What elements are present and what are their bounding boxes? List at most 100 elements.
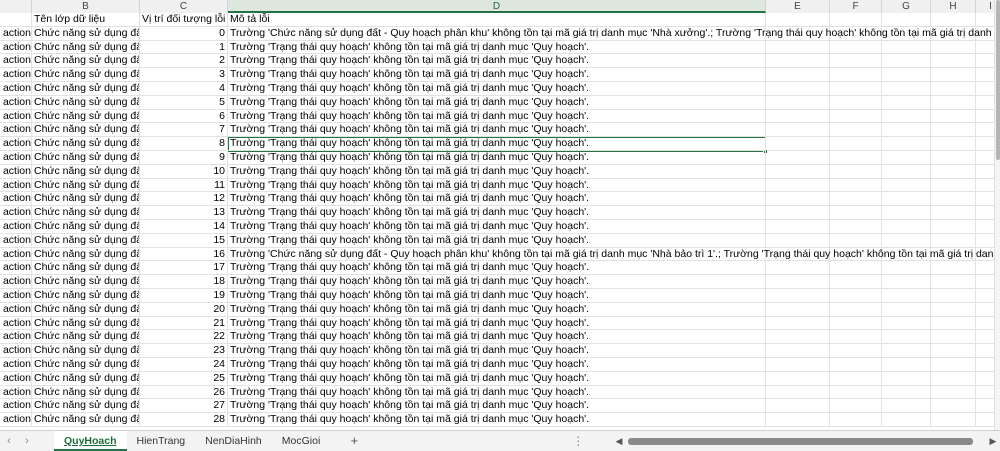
horizontal-scrollbar[interactable]: ◀ ▶ [612, 435, 1000, 448]
cell-i[interactable] [976, 220, 994, 234]
cell-object-index[interactable]: 2 [140, 54, 228, 69]
cell-a[interactable]: action [0, 302, 32, 317]
column-header-i[interactable]: I [976, 0, 994, 13]
cell-e-header[interactable] [766, 13, 830, 27]
cell-i[interactable] [976, 399, 994, 414]
cell-i[interactable] [976, 413, 994, 427]
cell-e[interactable] [766, 316, 830, 331]
cell-g[interactable] [882, 150, 931, 165]
cell-f[interactable] [830, 316, 882, 331]
cell-a[interactable]: action [0, 192, 32, 207]
cell-a[interactable]: action [0, 275, 32, 289]
cell-error-description[interactable]: Trường 'Trạng thái quy hoạch' không tồn … [228, 178, 766, 193]
cell-error-description[interactable]: Trường 'Trạng thái quy hoạch' không tồn … [228, 68, 766, 82]
column-header-f[interactable]: F [830, 0, 882, 13]
cell-layer-name[interactable]: Chức năng sử dụng đất [32, 247, 140, 262]
cell-layer-name[interactable]: Chức năng sử dụng đất [32, 109, 140, 124]
cell-h[interactable] [931, 192, 976, 207]
cell-f[interactable] [830, 344, 882, 358]
cell-error-description[interactable]: Trường 'Trạng thái quy hoạch' không tồn … [228, 413, 766, 427]
cell-i[interactable] [976, 179, 994, 193]
cell-h[interactable] [931, 275, 976, 289]
cell-i[interactable] [976, 137, 994, 151]
cell-g[interactable] [882, 288, 931, 303]
cell-object-index[interactable]: 25 [140, 371, 228, 386]
cell-layer-name[interactable]: Chức năng sử dụng đất [32, 357, 140, 372]
cell-error-description[interactable]: Trường 'Trạng thái quy hoạch' không tồn … [228, 344, 766, 358]
cell-object-index[interactable]: 21 [140, 316, 228, 331]
cell-layer-name[interactable]: Chức năng sử dụng đất [32, 192, 140, 207]
cell-error-description[interactable]: Trường 'Trạng thái quy hoạch' không tồn … [228, 330, 766, 345]
cell-a[interactable]: action [0, 399, 32, 414]
cell-i[interactable] [976, 275, 994, 289]
chevron-right-icon[interactable]: › [18, 431, 36, 451]
cell-object-index[interactable]: 4 [140, 81, 228, 96]
cell-h[interactable] [931, 178, 976, 193]
cell-layer-name[interactable]: Chức năng sử dụng đất [32, 316, 140, 331]
triangle-left-icon[interactable]: ◀ [612, 435, 626, 448]
column-header-e[interactable]: E [766, 0, 830, 13]
vertical-scrollbar[interactable] [994, 0, 1000, 430]
cell-a[interactable]: action [0, 206, 32, 220]
cell-i[interactable] [976, 110, 994, 124]
cell-layer-name[interactable]: Chức năng sử dụng đất [32, 275, 140, 289]
cell-h[interactable] [931, 233, 976, 248]
cell-h[interactable] [931, 288, 976, 303]
column-header-h[interactable]: H [931, 0, 976, 13]
cell-object-index[interactable]: 11 [140, 178, 228, 193]
cell-h[interactable] [931, 413, 976, 427]
cell-f[interactable] [830, 68, 882, 82]
cell-g-header[interactable] [882, 13, 931, 27]
cell-object-index[interactable]: 9 [140, 150, 228, 165]
cell-i[interactable] [976, 234, 994, 248]
cell-e[interactable] [766, 68, 830, 82]
cell-error-description[interactable]: Trường 'Trạng thái quy hoạch' không tồn … [228, 275, 766, 289]
cell-a[interactable]: action [0, 123, 32, 138]
cell-g[interactable] [882, 316, 931, 331]
cell-g[interactable] [882, 385, 931, 400]
cell-f[interactable] [830, 288, 882, 303]
cell-i[interactable] [976, 165, 994, 179]
cell-f[interactable] [830, 275, 882, 289]
cell-object-index[interactable]: 19 [140, 288, 228, 303]
cell-i[interactable] [976, 330, 994, 345]
cell-object-index[interactable]: 10 [140, 164, 228, 179]
cell-f[interactable] [830, 40, 882, 55]
cell-i[interactable] [976, 386, 994, 400]
cell-h[interactable] [931, 399, 976, 414]
cell-i[interactable] [976, 344, 994, 358]
cell-a[interactable]: action [0, 330, 32, 345]
cell-error-description[interactable]: Trường 'Trạng thái quy hoạch' không tồn … [228, 302, 766, 317]
cell-e[interactable] [766, 192, 830, 207]
cell-g[interactable] [882, 40, 931, 55]
cell-layer-name[interactable]: Chức năng sử dụng đất [32, 233, 140, 248]
cell-error-description[interactable]: Trường 'Trạng thái quy hoạch' không tồn … [228, 399, 766, 414]
cell-error-description[interactable]: Trường 'Trạng thái quy hoạch' không tồn … [228, 233, 766, 248]
cell-e[interactable] [766, 206, 830, 220]
cell-error-description[interactable]: Trường 'Trạng thái quy hoạch' không tồn … [228, 206, 766, 220]
cell-layer-name[interactable]: Chức năng sử dụng đất [32, 164, 140, 179]
column-header-b[interactable]: B [32, 0, 140, 13]
cell-error-description[interactable]: Trường 'Trạng thái quy hoạch' không tồn … [228, 109, 766, 124]
cell-object-index[interactable]: 23 [140, 344, 228, 358]
cell-g[interactable] [882, 219, 931, 234]
cell-object-index[interactable]: 17 [140, 261, 228, 276]
cell-f[interactable] [830, 330, 882, 345]
cell-h[interactable] [931, 206, 976, 220]
cell-i[interactable] [976, 82, 994, 96]
cell-object-index[interactable]: 8 [140, 137, 228, 151]
cell-error-description[interactable]: Trường 'Chức năng sử dụng đất - Quy hoạc… [228, 247, 994, 262]
cell-i[interactable] [976, 317, 994, 331]
cell-object-index[interactable]: 24 [140, 357, 228, 372]
cell-h[interactable] [931, 385, 976, 400]
cell-layer-name[interactable]: Chức năng sử dụng đất [32, 123, 140, 138]
cell-a[interactable]: action [0, 247, 32, 262]
cell-a[interactable]: action [0, 109, 32, 124]
cell-f[interactable] [830, 109, 882, 124]
cell-f[interactable] [830, 178, 882, 193]
cell-e[interactable] [766, 40, 830, 55]
cell-h[interactable] [931, 95, 976, 110]
cell-layer-name[interactable]: Chức năng sử dụng đất [32, 399, 140, 414]
cell-f[interactable] [830, 81, 882, 96]
cell-object-index[interactable]: 16 [140, 247, 228, 262]
